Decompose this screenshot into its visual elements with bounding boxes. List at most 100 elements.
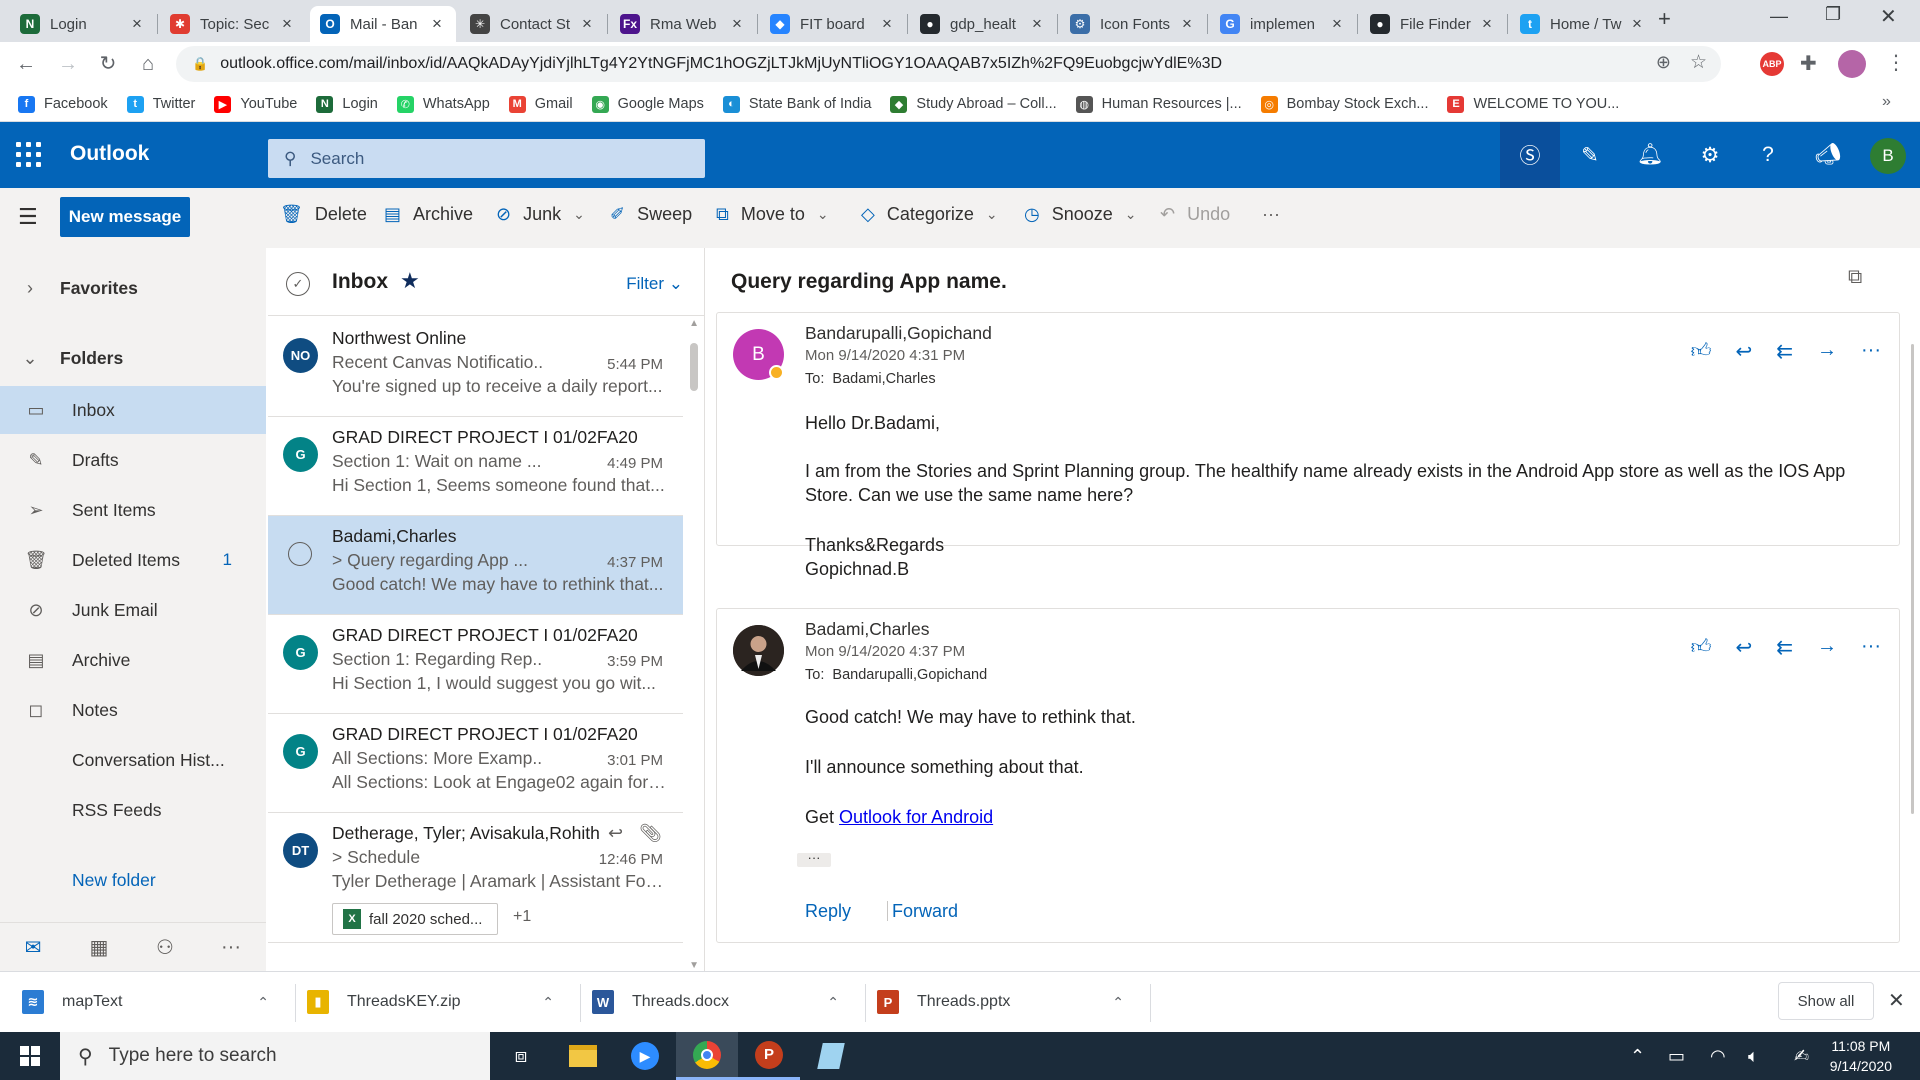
skype-icon[interactable]: Ⓢ [1500, 122, 1560, 188]
close-tab-icon[interactable]: × [278, 14, 296, 34]
sender-avatar[interactable]: G [283, 635, 318, 670]
show-all-downloads-button[interactable]: Show all [1778, 982, 1874, 1020]
browser-tab[interactable]: ✱ Topic: Sec × [160, 6, 306, 42]
sweep-button[interactable]: ✐ Sweep [610, 204, 692, 225]
more-attachments-count[interactable]: +1 [513, 908, 531, 926]
bookmark-item[interactable]: ◐ State Bank of India [722, 95, 871, 113]
download-item[interactable]: W Threads.docx ⌃ [592, 972, 857, 1032]
close-tab-icon[interactable]: × [1328, 14, 1346, 34]
back-icon[interactable]: ← [12, 50, 40, 78]
outlook-brand[interactable]: Outlook [70, 142, 149, 166]
folders-header[interactable]: ⌄ Folders [0, 334, 266, 382]
url-bar[interactable]: 🔒 outlook.office.com/mail/inbox/id/AAQkA… [176, 46, 1721, 82]
bookmark-item[interactable]: t Twitter [126, 95, 195, 113]
chrome-icon[interactable] [676, 1032, 738, 1080]
scroll-up-icon[interactable]: ▲ [689, 318, 699, 329]
app-launcher-icon[interactable] [16, 142, 42, 168]
help-icon[interactable]: ? [1738, 122, 1798, 188]
recipient-name[interactable]: Bandarupalli,Gopichand [832, 667, 987, 683]
sender-avatar[interactable]: G [283, 437, 318, 472]
bookmark-item[interactable]: ✆ WhatsApp [396, 95, 490, 113]
chevron-up-icon[interactable]: ⌃ [257, 994, 269, 1011]
junk-button[interactable]: ⊘ Junk ⌄ [496, 204, 585, 225]
bookmark-item[interactable]: N Login [316, 95, 378, 113]
close-tab-icon[interactable]: × [1028, 14, 1046, 34]
close-tab-icon[interactable]: × [428, 14, 446, 34]
message-sender[interactable]: Bandarupalli,Gopichand [805, 323, 992, 344]
bookmark-item[interactable]: ▶ YouTube [214, 95, 297, 113]
close-tab-icon[interactable]: × [878, 14, 896, 34]
browser-tab[interactable]: N Login × [10, 6, 156, 42]
bookmark-item[interactable]: E WELCOME TO YOU... [1447, 95, 1619, 113]
profile-avatar[interactable] [1838, 50, 1866, 78]
chevron-down-icon[interactable]: ⌄ [817, 206, 829, 223]
close-tab-icon[interactable]: × [1628, 14, 1646, 34]
reply-icon[interactable]: ↩ [1735, 635, 1752, 660]
bookmark-item[interactable]: ◍ Human Resources |... [1075, 95, 1242, 113]
pen-icon[interactable]: ✍ [1794, 1032, 1809, 1080]
browser-tab[interactable]: ◆ FIT board × [760, 6, 906, 42]
battery-icon[interactable]: ▭ [1668, 1032, 1685, 1080]
people-icon[interactable]: ⚇ [132, 935, 198, 960]
forward-icon[interactable]: → [54, 50, 82, 78]
reading-scrollbar[interactable] [1911, 344, 1914, 814]
bookmark-item[interactable]: ◉ Google Maps [591, 95, 704, 113]
bookmark-item[interactable]: M Gmail [508, 95, 573, 113]
chevron-up-icon[interactable]: ⌃ [542, 994, 554, 1011]
gear-icon[interactable]: ⚙ [1680, 122, 1740, 188]
calendar-icon[interactable]: ▦ [66, 935, 132, 960]
sender-avatar[interactable]: NO [283, 338, 318, 373]
forward-icon[interactable]: → [1817, 635, 1837, 660]
show-hidden-icons[interactable]: ⌃ [1630, 1032, 1645, 1080]
message-list-item[interactable]: G GRAD DIRECT PROJECT I 01/02FA20 Section … [268, 417, 683, 516]
message-list-item[interactable]: DT Detherage, Tyler; Avisakula,Rohith > Sc… [268, 813, 683, 943]
close-tab-icon[interactable]: × [578, 14, 596, 34]
more-apps-icon[interactable]: ··· [198, 936, 264, 959]
hamburger-menu-icon[interactable]: ☰ [18, 204, 38, 230]
message-list-item[interactable]: G GRAD DIRECT PROJECT I 01/02FA20 Section … [268, 615, 683, 714]
download-item[interactable]: P Threads.pptx ⌃ [877, 972, 1142, 1032]
like-icon[interactable]: 👍︎ [1691, 339, 1712, 364]
favorite-star-icon[interactable]: ★ [400, 268, 420, 294]
feedback-icon[interactable]: 📣︎ [1798, 122, 1858, 188]
more-icon[interactable]: ··· [1861, 635, 1881, 660]
close-tab-icon[interactable]: × [1178, 14, 1196, 34]
favorites-header[interactable]: › Favorites [0, 264, 266, 312]
folder-item[interactable]: ✎ Drafts [0, 436, 266, 484]
bookmark-item[interactable]: ◎ Bombay Stock Exch... [1260, 95, 1428, 113]
message-sender[interactable]: Badami,Charles [805, 619, 930, 640]
close-downloads-icon[interactable]: ✕ [1888, 988, 1905, 1013]
bookmark-item[interactable]: ◆ Study Abroad – Coll... [890, 95, 1057, 113]
folder-item[interactable]: Conversation Hist... [0, 736, 266, 784]
outlook-android-link[interactable]: Outlook for Android [839, 807, 993, 827]
chevron-up-icon[interactable]: ⌃ [1112, 994, 1124, 1011]
sender-avatar[interactable] [733, 625, 784, 676]
bell-icon[interactable]: 🔔︎ [1620, 122, 1680, 188]
reply-link[interactable]: Reply [805, 899, 851, 923]
chevron-down-icon[interactable]: ⌄ [573, 206, 585, 223]
folder-item[interactable]: ➢ Sent Items [0, 486, 266, 534]
new-folder-link[interactable]: New folder [0, 856, 266, 904]
chevron-down-icon[interactable]: ⌄ [1125, 206, 1137, 223]
system-clock[interactable]: 11:08 PM 9/14/2020 [1830, 1036, 1892, 1076]
message-list-item[interactable]: NO Northwest Online Recent Canvas Notifica… [268, 318, 683, 417]
more-icon[interactable]: ··· [1861, 339, 1881, 364]
chevron-down-icon[interactable]: ⌄ [986, 206, 998, 223]
browser-tab[interactable]: Fx Rma Web × [610, 6, 756, 42]
powerpoint-icon[interactable]: P [738, 1032, 800, 1080]
browser-menu-icon[interactable]: ⋮ [1886, 50, 1906, 75]
minimize-icon[interactable]: — [1770, 6, 1788, 27]
close-tab-icon[interactable]: × [728, 14, 746, 34]
file-explorer-icon[interactable] [552, 1032, 614, 1080]
categorize-button[interactable]: ◇ Categorize ⌄ [861, 204, 998, 225]
reply-all-icon[interactable]: ⇇ [1776, 635, 1793, 660]
reply-all-icon[interactable]: ⇇ [1776, 339, 1793, 364]
browser-tab[interactable]: O Mail - Ban × [310, 6, 456, 42]
download-item[interactable]: ▮ ThreadsKEY.zip ⌃ [307, 972, 572, 1032]
new-tab-button[interactable]: + [1658, 6, 1671, 32]
folder-item[interactable]: ⊘ Junk Email [0, 586, 266, 634]
close-tab-icon[interactable]: × [1478, 14, 1496, 34]
recipient-name[interactable]: Badami,Charles [832, 371, 935, 387]
folder-item[interactable]: 🗑 Deleted Items 1 [0, 536, 266, 584]
list-scroll-thumb[interactable] [690, 343, 698, 391]
